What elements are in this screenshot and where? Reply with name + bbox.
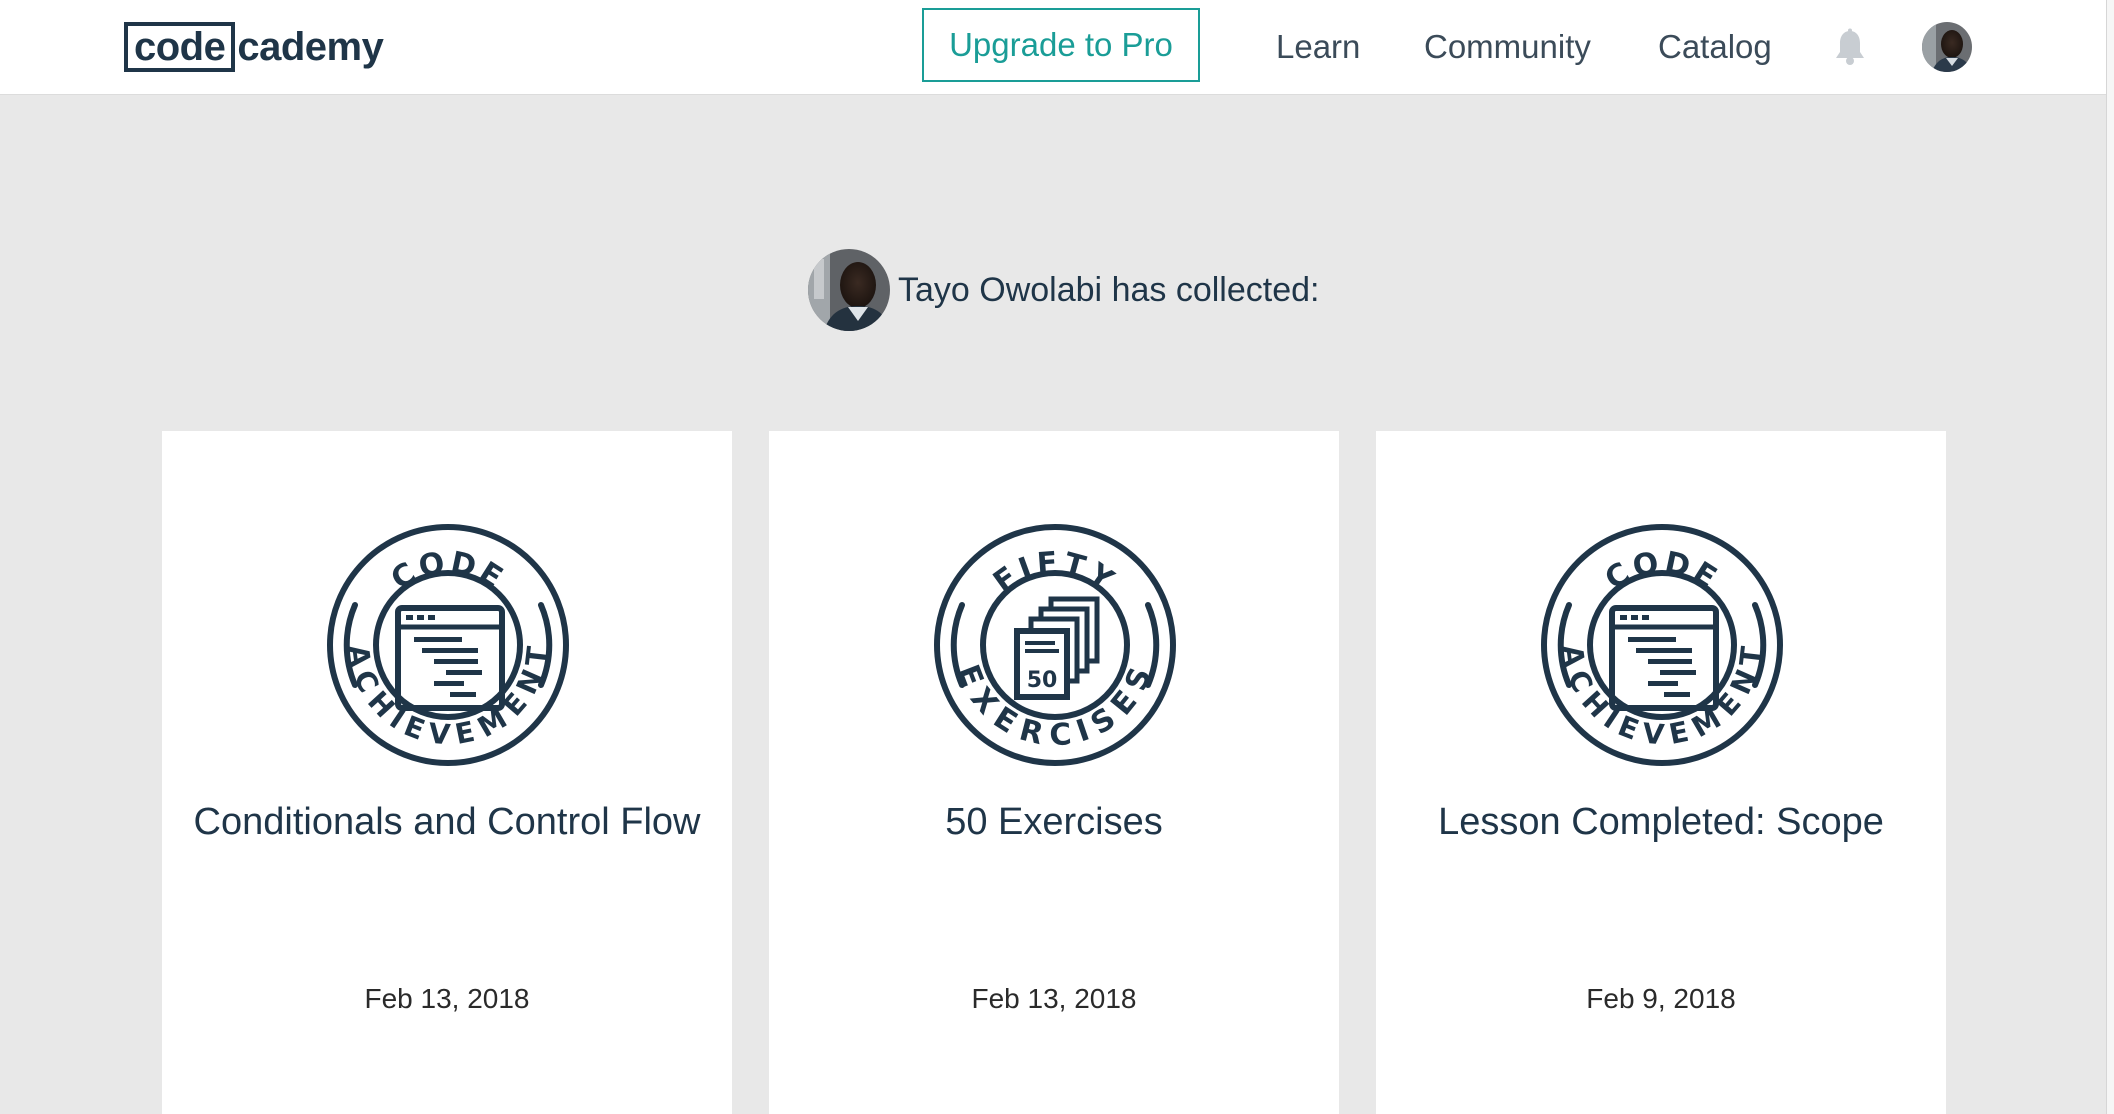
fifty-exercises-badge-icon: FIFTY EXERCISES 50: [934, 524, 1176, 766]
avatar-photo: [808, 249, 890, 331]
avatar-photo: [1922, 22, 1972, 72]
nav-learn-link[interactable]: Learn: [1276, 20, 1360, 74]
top-navigation-bar: code cademy Upgrade to Pro Learn Communit…: [0, 0, 2106, 95]
achievement-card[interactable]: CODE ACHIEVEMENT Conditionals and Contro…: [162, 431, 732, 1114]
bell-icon[interactable]: [1832, 28, 1868, 66]
achievement-title: Lesson Completed: Scope: [1438, 801, 1884, 843]
code-achievement-badge-icon: CODE ACHIEVEMENT: [1541, 524, 1783, 766]
code-achievement-badge-icon: CODE ACHIEVEMENT: [327, 524, 569, 766]
nav-catalog-link[interactable]: Catalog: [1658, 20, 1772, 74]
codecademy-logo[interactable]: code cademy: [124, 22, 384, 72]
has-collected-label: has collected:: [1111, 270, 1320, 309]
profile-avatar[interactable]: [1922, 22, 1972, 72]
achievement-card[interactable]: FIFTY EXERCISES 50 50 Exercises Feb 13, …: [769, 431, 1339, 1114]
collector-heading: Tayo Owolabi has collected:: [808, 248, 1319, 332]
collector-text: Tayo Owolabi has collected:: [898, 271, 1319, 310]
achievement-title: Conditionals and Control Flow: [193, 801, 701, 843]
achievement-date: Feb 13, 2018: [971, 983, 1137, 1014]
user-avatar: [808, 249, 890, 331]
logo-code-box: code: [124, 22, 236, 72]
svg-text:CODE: CODE: [385, 545, 511, 597]
scrollbar[interactable]: [2106, 0, 2114, 1114]
nav-community-link[interactable]: Community: [1424, 20, 1591, 74]
upgrade-to-pro-button[interactable]: Upgrade to Pro: [922, 8, 1200, 82]
logo-cademy-text: cademy: [237, 25, 384, 69]
achievement-title: 50 Exercises: [945, 801, 1163, 843]
svg-text:CODE: CODE: [1599, 545, 1725, 597]
svg-text:FIFTY: FIFTY: [987, 545, 1123, 600]
achievement-date: Feb 9, 2018: [1586, 983, 1736, 1014]
user-name-link[interactable]: Tayo Owolabi: [898, 271, 1102, 309]
achievement-date: Feb 13, 2018: [364, 983, 530, 1014]
achievement-card[interactable]: CODE ACHIEVEMENT Lesson Completed: Scope…: [1376, 431, 1946, 1114]
svg-text:50: 50: [1027, 668, 1058, 693]
